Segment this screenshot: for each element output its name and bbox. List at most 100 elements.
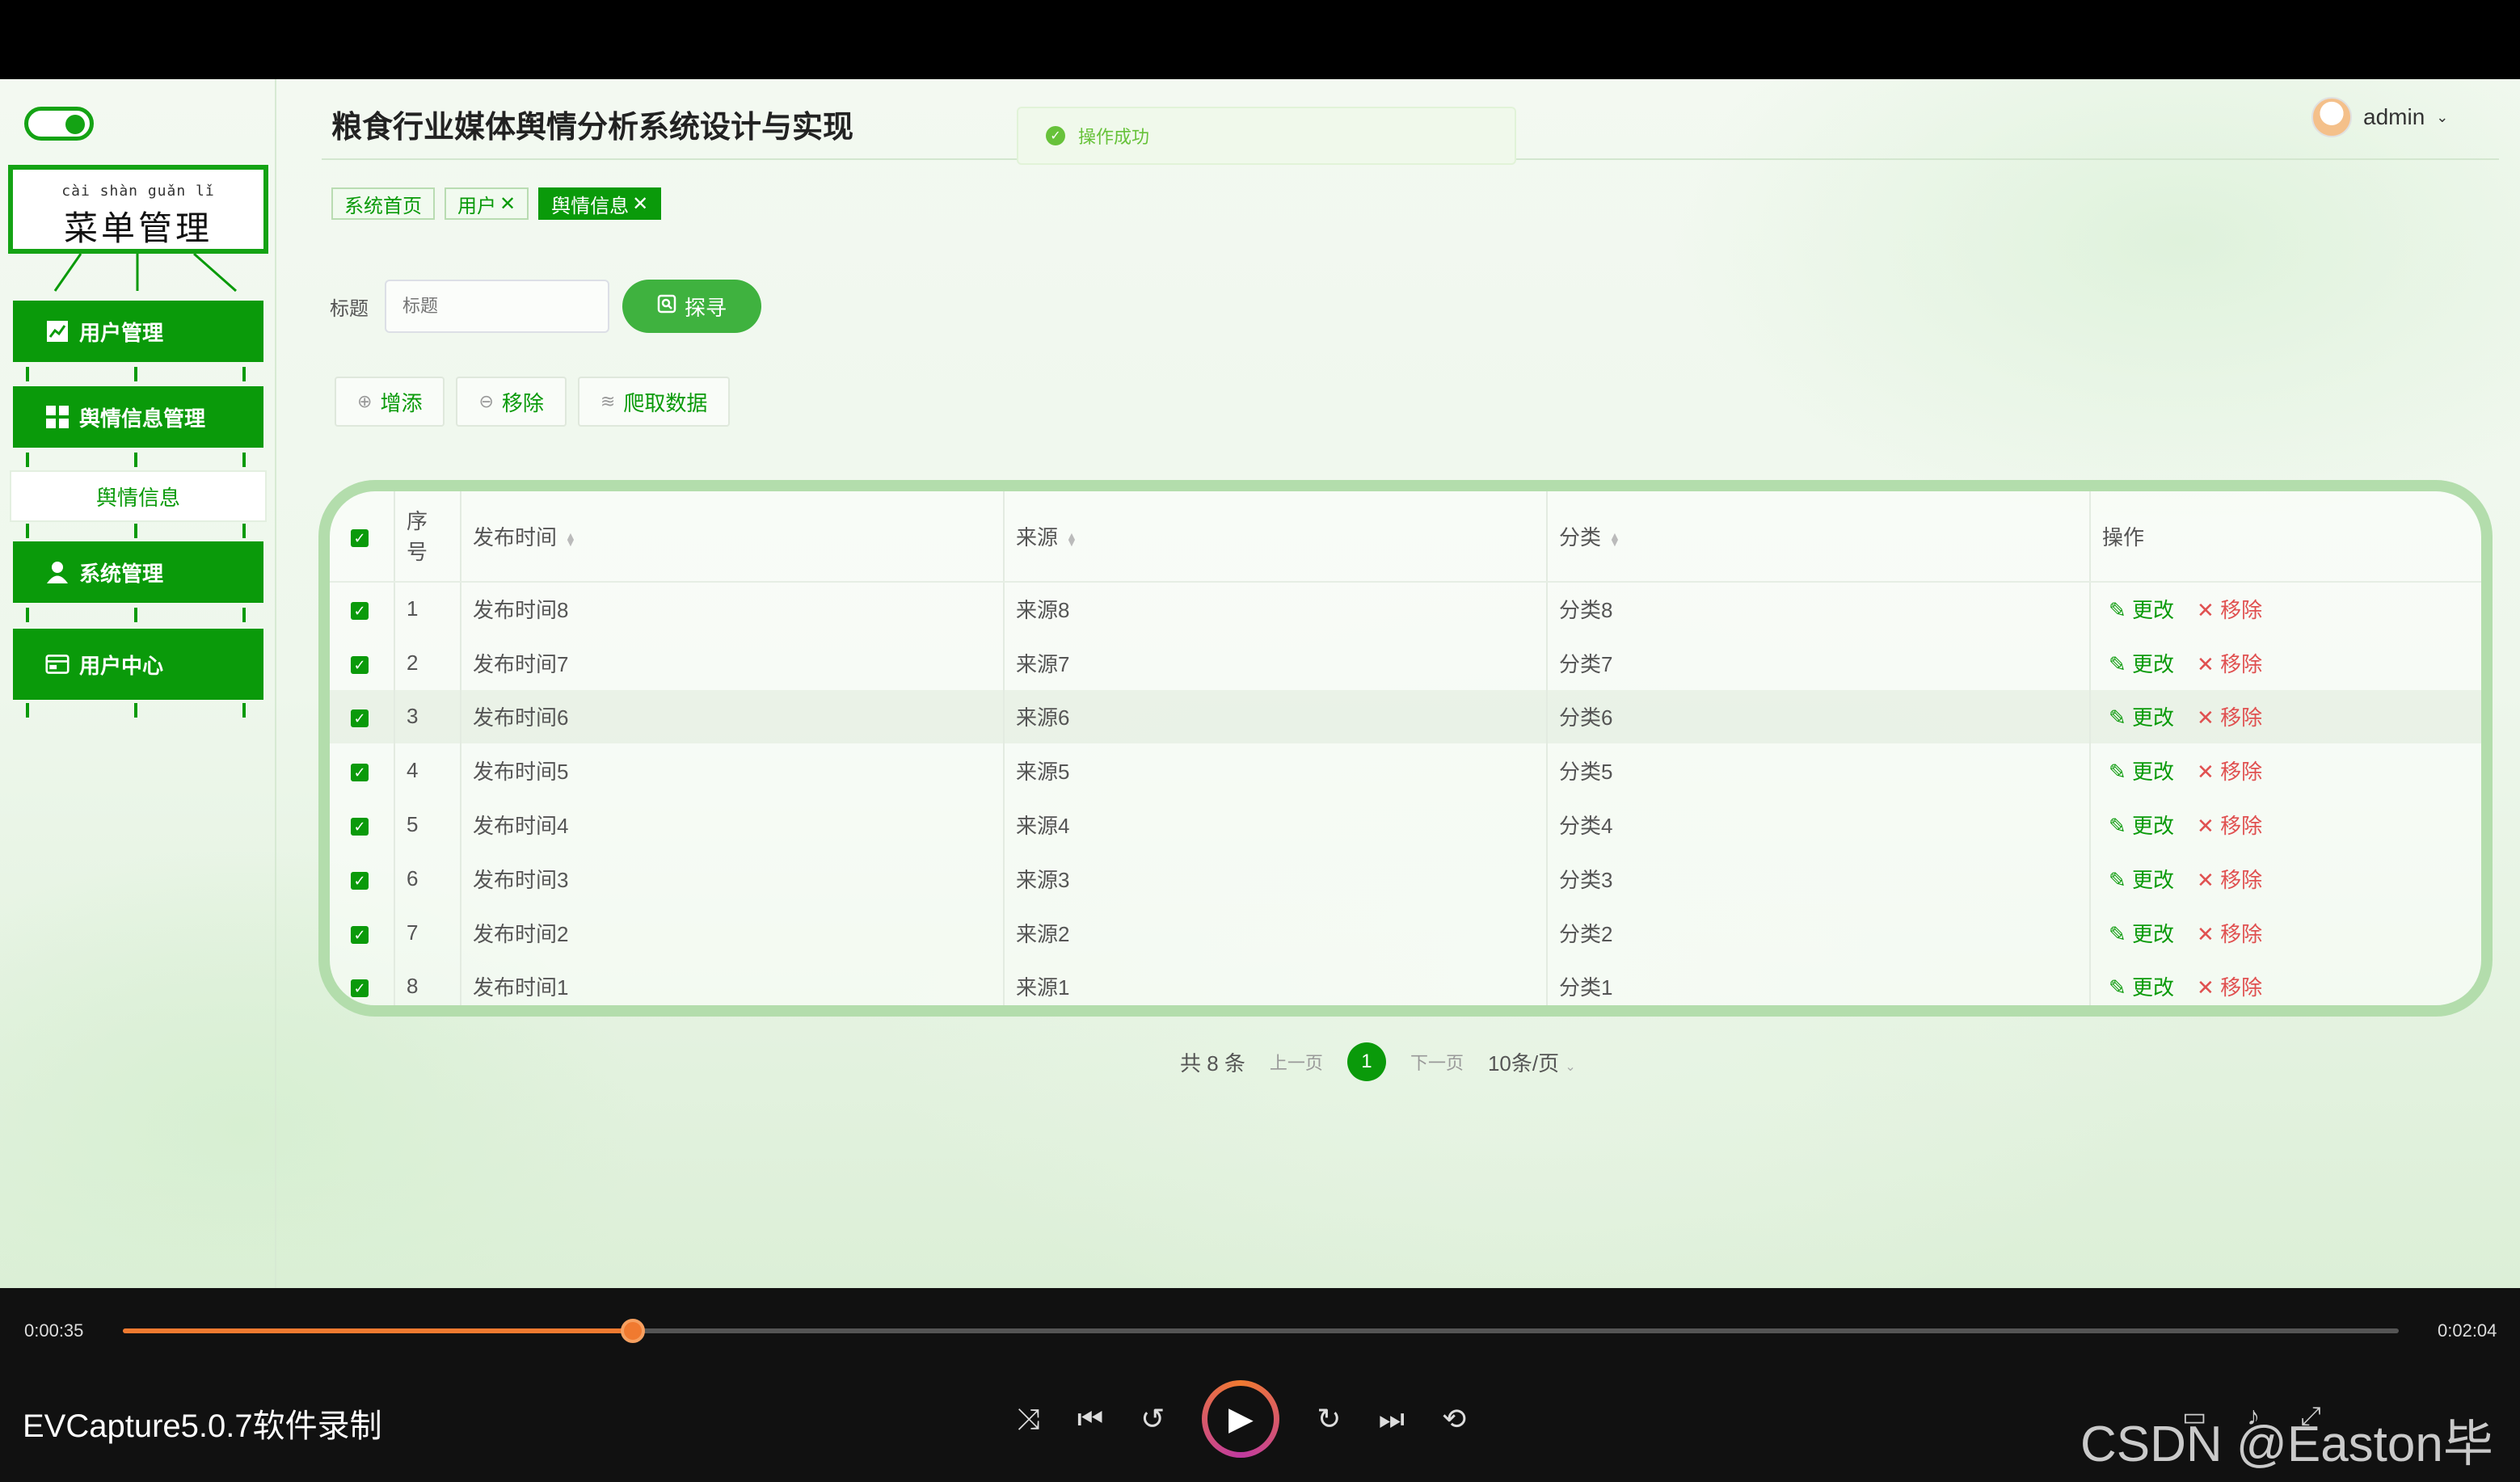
edit-icon: ✎ — [2109, 760, 2126, 785]
data-table-container: ✓ 序号 发布时间 ▲ ▼ 来源 ▲ ▼ 分类 ▲ ▼ 操作 ✓ 1 发布时间8 来源8 分类8 ✎ … — [318, 480, 2493, 1017]
cell-index: 6 — [394, 851, 461, 906]
sidebar-item-user-management[interactable]: 用户管理 — [13, 301, 263, 362]
edit-button[interactable]: ✎ 更改 — [2109, 975, 2174, 1000]
sidebar-item-user-center[interactable]: 用户中心 — [13, 629, 263, 700]
repeat-icon[interactable]: ⟲ — [1442, 1402, 1466, 1436]
cell-publish-time: 发布时间8 — [461, 582, 1005, 636]
tab-home[interactable]: 系统首页 — [331, 187, 435, 220]
sidebar-item-sentiment-management[interactable]: 舆情信息管理 — [13, 386, 263, 448]
next-icon[interactable]: ⏭ — [1379, 1402, 1405, 1437]
close-icon: ✕ — [2197, 921, 2214, 946]
row-select-cell[interactable]: ✓ — [330, 635, 395, 690]
header-publish-time[interactable]: 发布时间 ▲ ▼ — [461, 491, 1005, 583]
database-icon: ≋ — [600, 391, 616, 411]
close-icon: ✕ — [2197, 705, 2214, 730]
row-select-cell[interactable]: ✓ — [330, 743, 395, 798]
select-all-checkbox[interactable]: ✓ — [351, 529, 369, 547]
table-row[interactable]: ✓ 5 发布时间4 来源4 分类4 ✎ 更改 ✕ 移除 — [330, 798, 2481, 852]
rewind-10-icon[interactable]: ↺ — [1140, 1402, 1165, 1436]
edit-button[interactable]: ✎ 更改 — [2109, 868, 2174, 892]
tab-user[interactable]: 用户 ✕ — [445, 187, 529, 220]
table-row[interactable]: ✓ 3 发布时间6 来源6 分类6 ✎ 更改 ✕ 移除 — [330, 689, 2481, 744]
row-select-cell[interactable]: ✓ — [330, 905, 395, 960]
pagination-total: 共 8 条 — [1180, 1050, 1245, 1076]
progress-track[interactable] — [123, 1319, 2399, 1343]
edit-button[interactable]: ✎ 更改 — [2109, 922, 2174, 946]
header-source[interactable]: 来源 ▲ ▼ — [1004, 491, 1548, 583]
search-icon — [657, 294, 676, 319]
table-row[interactable]: ✓ 4 发布时间5 来源5 分类5 ✎ 更改 ✕ 移除 — [330, 743, 2481, 798]
progress-thumb[interactable] — [620, 1319, 645, 1343]
add-button[interactable]: ⊕ 增添 — [335, 377, 445, 427]
page-size-select[interactable]: 10条/页 ⌄ — [1488, 1047, 1576, 1077]
delete-button[interactable]: ✕ 移除 — [2197, 868, 2262, 892]
table-row[interactable]: ✓ 2 发布时间7 来源7 分类7 ✎ 更改 ✕ 移除 — [330, 635, 2481, 690]
delete-label: 移除 — [2220, 598, 2263, 623]
menu-ticks — [26, 703, 246, 718]
close-icon[interactable]: ✕ — [499, 192, 516, 216]
edit-button[interactable]: ✎ 更改 — [2109, 814, 2174, 838]
edit-button[interactable]: ✎ 更改 — [2109, 705, 2174, 730]
select-all-cell[interactable]: ✓ — [330, 491, 395, 583]
edit-button[interactable]: ✎ 更改 — [2109, 598, 2174, 622]
sort-icon[interactable]: ▲ ▼ — [1609, 530, 1620, 548]
crawl-button-label: 爬取数据 — [623, 390, 708, 415]
tab-sentiment-info[interactable]: 舆情信息 ✕ — [538, 187, 662, 220]
shuffle-icon[interactable]: ⤨ — [1017, 1402, 1040, 1437]
plus-circle-icon: ⊕ — [357, 391, 373, 411]
chevron-down-icon: ⌄ — [1565, 1059, 1576, 1074]
row-select-cell[interactable]: ✓ — [330, 959, 395, 1005]
row-checkbox[interactable]: ✓ — [351, 602, 369, 621]
top-black-bar — [0, 0, 2520, 79]
sidebar-item-label: 舆情信息 — [95, 485, 180, 510]
delete-label: 移除 — [2220, 760, 2263, 785]
user-menu[interactable]: admin ⌄ — [2311, 97, 2448, 137]
table-row[interactable]: ✓ 7 发布时间2 来源2 分类2 ✎ 更改 ✕ 移除 — [330, 905, 2481, 960]
row-select-cell[interactable]: ✓ — [330, 582, 395, 636]
delete-button[interactable]: ✕ 移除 — [2197, 760, 2262, 784]
crawl-data-button[interactable]: ≋ 爬取数据 — [577, 377, 731, 427]
row-checkbox[interactable]: ✓ — [351, 764, 369, 782]
prev-page-button[interactable]: 上一页 — [1270, 1049, 1323, 1075]
delete-button[interactable]: ✕ 移除 — [2197, 922, 2262, 946]
search-button[interactable]: 探寻 — [622, 280, 761, 333]
delete-button[interactable]: ✕ 移除 — [2197, 705, 2262, 730]
search-input[interactable] — [385, 280, 609, 333]
menu-ticks — [26, 367, 246, 381]
row-select-cell[interactable]: ✓ — [330, 689, 395, 744]
header-category[interactable]: 分类 ▲ ▼ — [1547, 491, 2091, 583]
close-icon[interactable]: ✕ — [632, 192, 648, 216]
edit-button[interactable]: ✎ 更改 — [2109, 760, 2174, 784]
play-button[interactable]: ▶ — [1202, 1380, 1280, 1458]
sidebar-item-system-management[interactable]: 系统管理 — [13, 541, 263, 603]
delete-button[interactable]: ✕ 移除 — [2197, 975, 2262, 1000]
delete-button[interactable]: ✕ 移除 — [2197, 814, 2262, 838]
delete-button[interactable]: ✕ 移除 — [2197, 598, 2262, 622]
edit-label: 更改 — [2132, 975, 2175, 1000]
table-row[interactable]: ✓ 6 发布时间3 来源3 分类3 ✎ 更改 ✕ 移除 — [330, 851, 2481, 906]
forward-30-icon[interactable]: ↻ — [1317, 1402, 1341, 1436]
row-checkbox[interactable]: ✓ — [351, 655, 369, 674]
row-checkbox[interactable]: ✓ — [351, 818, 369, 836]
edit-icon: ✎ — [2109, 921, 2126, 946]
delete-button[interactable]: ✕ 移除 — [2197, 652, 2262, 676]
next-page-button[interactable]: 下一页 — [1410, 1049, 1464, 1075]
row-checkbox[interactable]: ✓ — [351, 925, 369, 944]
sort-icon[interactable]: ▲ ▼ — [565, 530, 576, 548]
sidebar-toggle[interactable] — [24, 107, 94, 141]
row-checkbox[interactable]: ✓ — [351, 871, 369, 890]
row-select-cell[interactable]: ✓ — [330, 798, 395, 852]
edit-button[interactable]: ✎ 更改 — [2109, 652, 2174, 676]
cell-publish-time: 发布时间1 — [461, 959, 1005, 1005]
current-page[interactable]: 1 — [1346, 1042, 1386, 1081]
cell-category: 分类6 — [1547, 689, 2091, 744]
table-row[interactable]: ✓ 1 发布时间8 来源8 分类8 ✎ 更改 ✕ 移除 — [330, 582, 2481, 636]
sort-icon[interactable]: ▲ ▼ — [1066, 530, 1077, 548]
table-row[interactable]: ✓ 8 发布时间1 来源1 分类1 ✎ 更改 ✕ 移除 — [330, 959, 2481, 1005]
row-checkbox[interactable]: ✓ — [351, 709, 369, 728]
previous-icon[interactable]: ⏮ — [1077, 1402, 1103, 1437]
row-checkbox[interactable]: ✓ — [351, 979, 369, 998]
sidebar-subitem-sentiment-info[interactable]: 舆情信息 — [10, 470, 267, 522]
remove-button[interactable]: ⊖ 移除 — [456, 377, 567, 427]
row-select-cell[interactable]: ✓ — [330, 851, 395, 906]
